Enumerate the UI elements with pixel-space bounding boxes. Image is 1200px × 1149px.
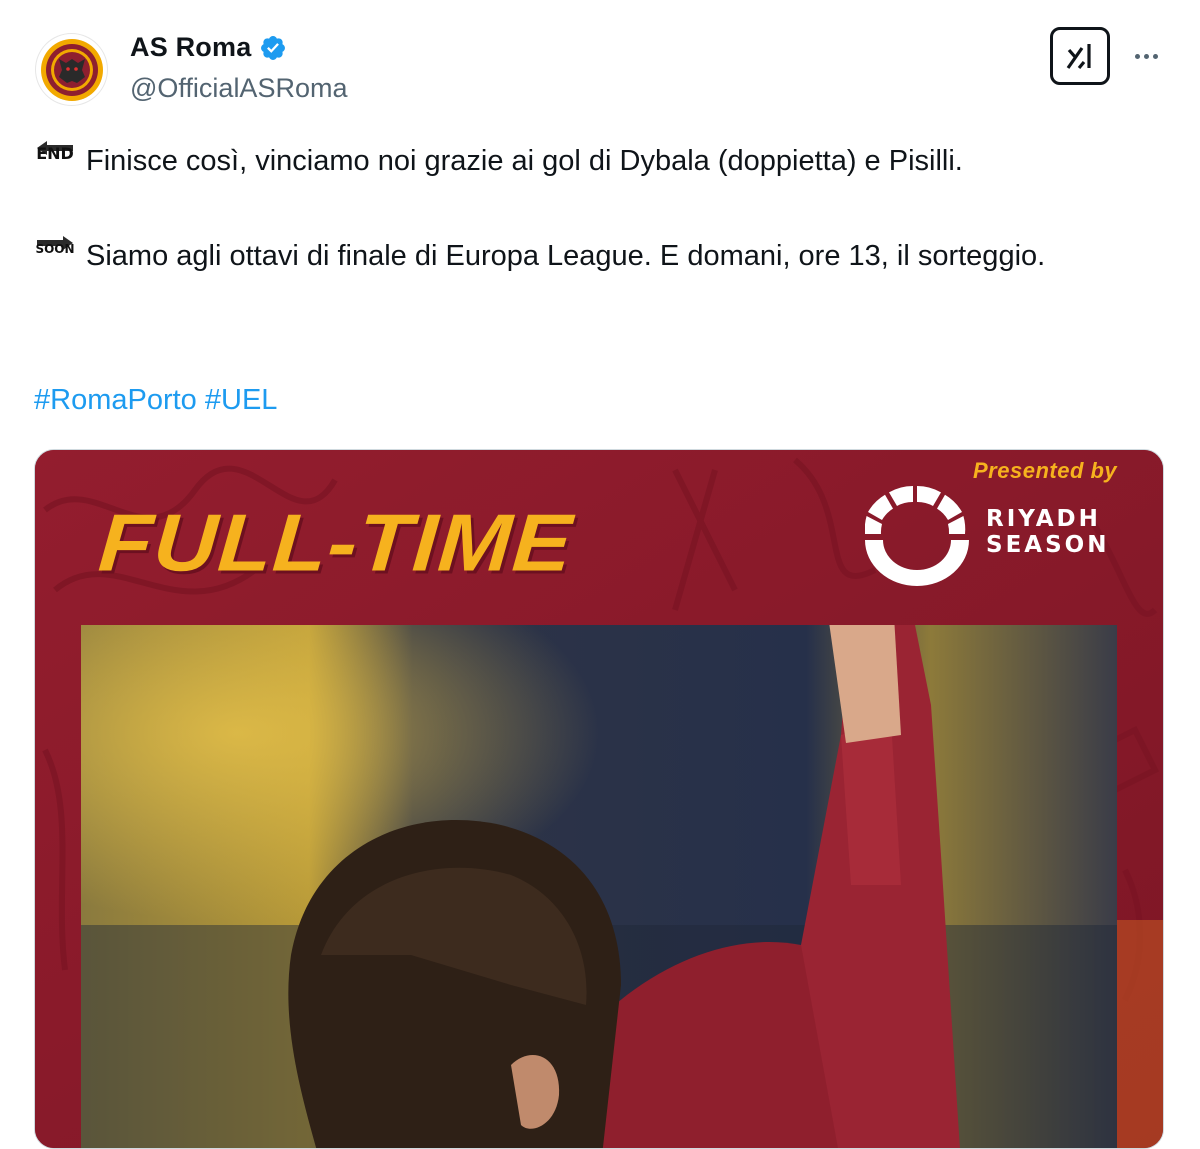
riyadh-season-logo-icon [865, 485, 969, 586]
display-name-text: AS Roma [130, 32, 252, 62]
sponsor-text: RIYADH SEASON [986, 506, 1109, 558]
more-dots-icon[interactable] [1128, 42, 1164, 70]
tweet-media-image[interactable]: FULL-TIME Presented by RIYADH SEASON [34, 449, 1164, 1149]
hashtag-romaporto[interactable]: #RomaPorto [34, 384, 197, 416]
dot [1152, 53, 1158, 59]
full-time-headline: FULL-TIME [95, 497, 576, 589]
verified-badge-icon [261, 35, 286, 60]
soon-emoji-word: SOON [35, 242, 75, 256]
avatar[interactable] [35, 33, 108, 106]
end-arrow-emoji: END [34, 140, 76, 180]
grok-icon [1066, 44, 1091, 70]
as-roma-crest-icon [40, 38, 103, 101]
end-emoji-word: END [36, 144, 74, 163]
dot [1143, 53, 1149, 59]
tweet-paragraph-1-text: Finisce così, vinciamo noi grazie ai gol… [86, 145, 963, 177]
hashtag-uel[interactable]: #UEL [205, 384, 278, 416]
presented-by-label: Presented by [973, 458, 1118, 483]
tweet-paragraph-2: SOON Siamo agli ottavi di finale di Euro… [34, 232, 1154, 280]
handle[interactable]: @OfficialASRoma [130, 73, 347, 104]
tweet-paragraph-2-text: Siamo agli ottavi di finale di Europa Le… [86, 240, 1046, 272]
soon-arrow-emoji: SOON [34, 235, 76, 275]
dot [1134, 53, 1140, 59]
display-name[interactable]: AS Roma [130, 32, 287, 63]
player-photo [81, 625, 1117, 1148]
tweet-paragraph-1: END Finisce così, vinciamo noi grazie ai… [34, 137, 1154, 185]
sponsor-line-1: RIYADH [986, 506, 1101, 532]
grok-button[interactable] [1050, 27, 1110, 85]
sponsor-line-2: SEASON [986, 532, 1110, 558]
hashtags: #RomaPorto #UEL [34, 378, 277, 422]
